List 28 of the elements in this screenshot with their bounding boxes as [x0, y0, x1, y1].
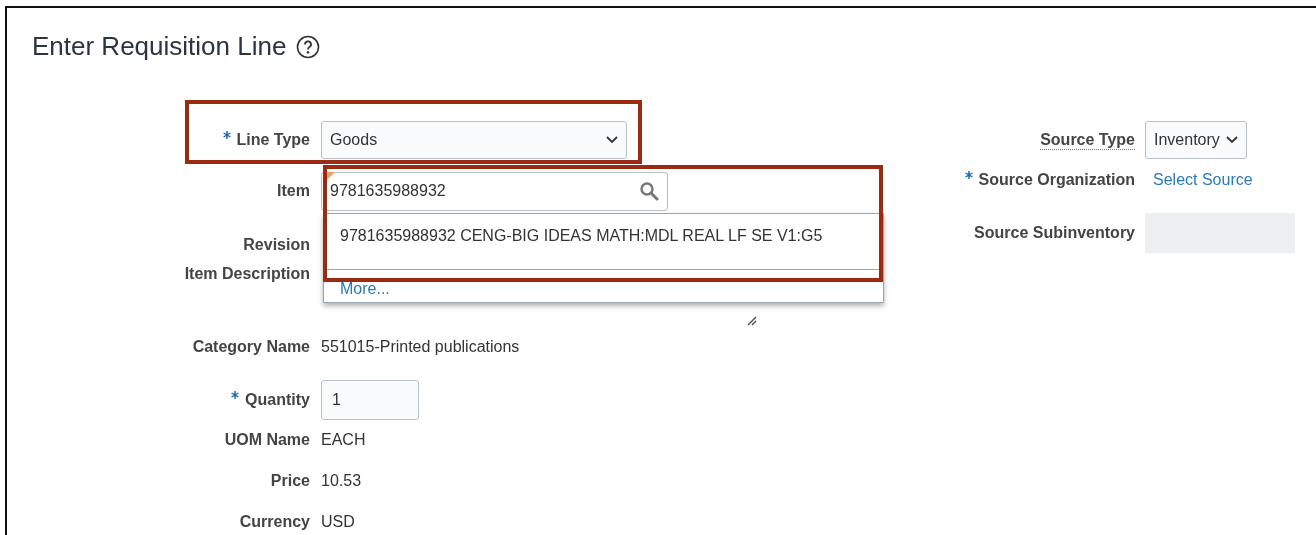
field-label: Quantity	[245, 391, 310, 409]
field-label: Currency	[239, 513, 310, 531]
source-type-select[interactable]: Inventory	[1145, 121, 1247, 159]
select-source-link[interactable]: Select Source	[1153, 171, 1253, 189]
help-icon[interactable]	[296, 35, 321, 59]
field-label: Category Name	[192, 338, 310, 356]
resize-grip-icon[interactable]	[747, 316, 757, 326]
suggestion-option[interactable]: 9781635988932 CENG-BIG IDEAS MATH:MDL REAL LF SE V1:G5	[324, 214, 883, 270]
field-label: Item	[277, 182, 310, 200]
quantity-input[interactable]: 1	[321, 380, 419, 420]
chevron-icon	[1225, 136, 1238, 144]
field-label: UOM Name	[224, 431, 310, 449]
line-type-select[interactable]: Goods	[321, 121, 627, 159]
more-link[interactable]: More...	[340, 280, 390, 298]
search-icon[interactable]	[639, 181, 659, 201]
field-value: 551015-Printed publications	[321, 338, 520, 356]
field-value: USD	[321, 513, 355, 531]
field-label: Price	[270, 472, 310, 490]
field-label: Revision	[243, 236, 310, 254]
field-label: Source Organization	[978, 171, 1135, 189]
page-title: Enter Requisition Line	[32, 30, 287, 62]
field-label: Source Subinventory	[974, 224, 1135, 242]
field-label: Source Type	[1040, 130, 1135, 150]
field-value: EACH	[321, 431, 366, 449]
field-value: 10.53	[321, 472, 362, 490]
field-label: Item Description	[184, 265, 310, 283]
chevron-icon	[606, 136, 618, 144]
field-label: Line Type	[236, 131, 310, 149]
